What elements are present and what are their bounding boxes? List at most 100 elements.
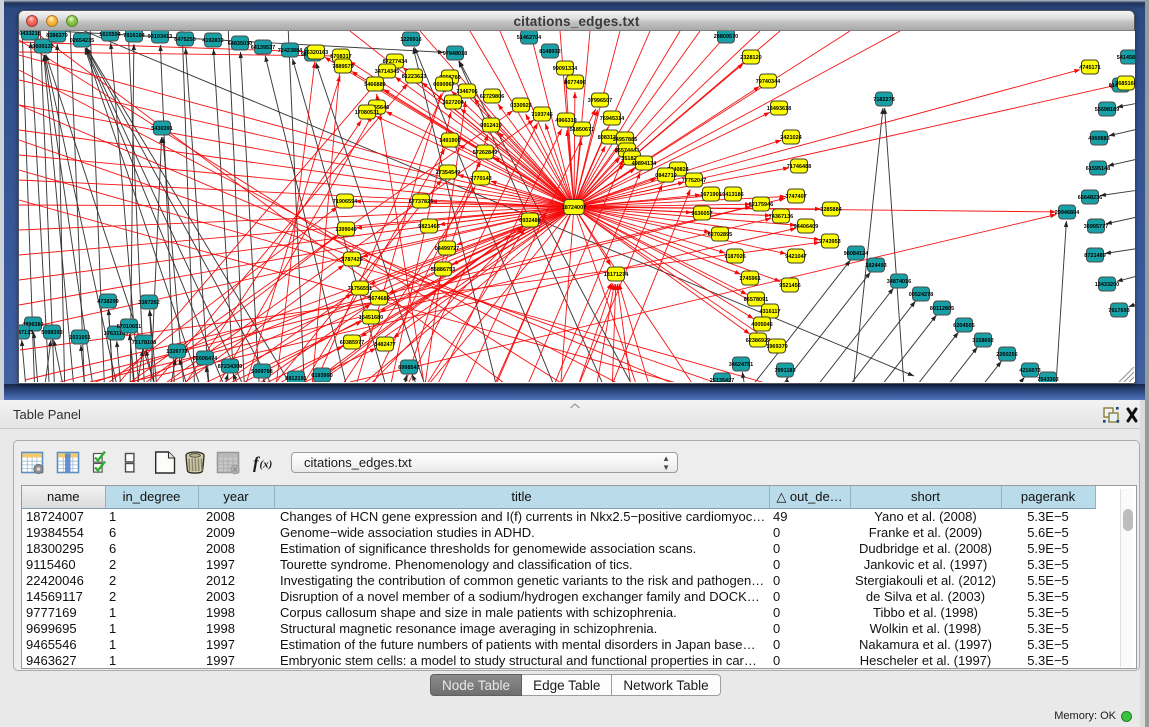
svg-text:65648236: 65648236 — [1078, 195, 1102, 201]
svg-text:3158692: 3158692 — [972, 338, 993, 344]
svg-text:18724007: 18724007 — [562, 205, 586, 211]
svg-text:81223623: 81223623 — [402, 74, 426, 80]
svg-text:02606474: 02606474 — [193, 356, 218, 362]
svg-text:3685160: 3685160 — [1115, 81, 1135, 87]
svg-text:67737826: 67737826 — [409, 199, 433, 205]
svg-text:0812191: 0812191 — [285, 376, 306, 382]
svg-text:55698169: 55698169 — [1095, 107, 1119, 113]
svg-text:4316117: 4316117 — [759, 309, 780, 315]
svg-text:34874016: 34874016 — [887, 279, 911, 285]
svg-text:76945314: 76945314 — [600, 116, 625, 122]
svg-text:6998543: 6998543 — [398, 365, 419, 371]
svg-text:1824493: 1824493 — [865, 263, 886, 269]
svg-text:1226916: 1226916 — [400, 37, 421, 43]
svg-text:9413186: 9413186 — [722, 192, 743, 198]
svg-text:5009788: 5009788 — [251, 369, 272, 375]
svg-text:1399049: 1399049 — [335, 227, 356, 233]
svg-text:00524278: 00524278 — [909, 292, 933, 298]
svg-text:13171274: 13171274 — [604, 272, 629, 278]
svg-text:97848018: 97848018 — [443, 51, 467, 57]
svg-text:98084124: 98084124 — [844, 251, 869, 257]
svg-text:6690967: 6690967 — [433, 82, 454, 88]
svg-text:2421024: 2421024 — [780, 135, 802, 141]
svg-text:04499727: 04499727 — [435, 246, 459, 252]
svg-text:5466889: 5466889 — [364, 82, 385, 88]
svg-text:64835030: 64835030 — [228, 41, 252, 47]
svg-text:7543303: 7543303 — [1037, 377, 1058, 382]
svg-text:54145868: 54145868 — [1117, 55, 1135, 61]
svg-text:51850671: 51850671 — [570, 127, 594, 133]
svg-text:4192832: 4192832 — [202, 38, 223, 44]
svg-text:7889579: 7889579 — [332, 64, 353, 70]
svg-text:13493618: 13493618 — [767, 106, 791, 112]
svg-text:15451680: 15451680 — [359, 315, 383, 321]
svg-text:57262849: 57262849 — [473, 150, 497, 156]
svg-text:1491905: 1491905 — [439, 138, 460, 144]
svg-text:71756551: 71756551 — [348, 286, 372, 292]
svg-text:0433218: 0433218 — [19, 31, 40, 37]
svg-text:9521456: 9521456 — [779, 283, 800, 289]
svg-text:8677496: 8677496 — [564, 80, 585, 86]
svg-text:86578091: 86578091 — [744, 297, 768, 303]
svg-text:7770143: 7770143 — [470, 176, 491, 182]
svg-text:7816184: 7816184 — [123, 33, 145, 39]
svg-text:4738299: 4738299 — [97, 299, 118, 305]
svg-text:99091334: 99091334 — [553, 66, 578, 72]
svg-text:1969379: 1969379 — [766, 344, 787, 350]
svg-text:87234309: 87234309 — [218, 364, 242, 370]
svg-text:72423884: 72423884 — [278, 48, 303, 54]
svg-text:0330923: 0330923 — [510, 103, 531, 109]
svg-text:8386379: 8386379 — [46, 33, 67, 39]
svg-text:7917693: 7917693 — [1108, 308, 1129, 314]
svg-text:82175946: 82175946 — [749, 202, 773, 208]
svg-text:93103413: 93103413 — [148, 34, 172, 40]
svg-text:7346706: 7346706 — [456, 89, 477, 95]
svg-text:71746488: 71746488 — [787, 164, 811, 170]
svg-text:1745961: 1745961 — [739, 276, 760, 282]
svg-text:74367136: 74367136 — [769, 214, 793, 220]
svg-text:3747407: 3747407 — [785, 194, 806, 200]
svg-text:61595148: 61595148 — [1086, 166, 1110, 172]
svg-text:60385977: 60385977 — [340, 340, 364, 346]
svg-text:1671902: 1671902 — [700, 192, 721, 198]
svg-text:34957885: 34957885 — [613, 137, 637, 143]
svg-text:2260256: 2260256 — [996, 352, 1017, 358]
svg-text:4005045: 4005045 — [751, 322, 772, 328]
svg-text:34624751: 34624751 — [729, 362, 753, 368]
svg-text:34714345: 34714345 — [375, 69, 399, 75]
svg-text:37996507: 37996507 — [588, 98, 612, 104]
svg-text:5098393: 5098393 — [41, 330, 62, 336]
svg-text:9743953: 9743953 — [819, 239, 840, 245]
svg-text:3285884: 3285884 — [820, 207, 842, 213]
svg-text:62702895: 62702895 — [708, 232, 732, 238]
svg-text:9421047: 9421047 — [785, 254, 806, 260]
svg-text:9636057: 9636057 — [691, 211, 712, 217]
svg-text:2787429: 2787429 — [341, 257, 362, 263]
svg-text:29946804: 29946804 — [1055, 210, 1080, 216]
svg-text:55886753: 55886753 — [431, 267, 455, 273]
svg-text:80112805: 80112805 — [930, 306, 954, 312]
svg-text:49894134: 49894134 — [632, 161, 657, 167]
svg-text:67010651: 67010651 — [117, 324, 141, 330]
svg-text:1615594: 1615594 — [99, 32, 121, 38]
svg-text:3387262: 3387262 — [138, 300, 159, 306]
svg-text:(x): (x) — [260, 459, 273, 471]
svg-text:65787133: 65787133 — [19, 330, 33, 336]
svg-text:7991183: 7991183 — [774, 368, 795, 374]
svg-text:6193990: 6193990 — [311, 373, 332, 379]
svg-text:1627204: 1627204 — [442, 100, 464, 106]
svg-text:7182278: 7182278 — [873, 97, 894, 103]
svg-text:9600133: 9600133 — [32, 44, 53, 50]
svg-text:51462704: 51462704 — [517, 35, 542, 41]
svg-text:6204505: 6204505 — [953, 323, 974, 329]
svg-text:1326773: 1326773 — [166, 349, 187, 355]
svg-text:94406409: 94406409 — [794, 224, 818, 230]
svg-text:4966319: 4966319 — [555, 118, 576, 124]
svg-text:64139537: 64139537 — [251, 45, 275, 51]
svg-text:0932480: 0932480 — [519, 218, 540, 224]
svg-text:62729806: 62729806 — [480, 94, 504, 100]
svg-text:2328120: 2328120 — [740, 55, 761, 61]
svg-text:76320163: 76320163 — [304, 50, 328, 56]
svg-text:28809570: 28809570 — [714, 34, 738, 40]
svg-text:36995777: 36995777 — [1084, 224, 1108, 230]
